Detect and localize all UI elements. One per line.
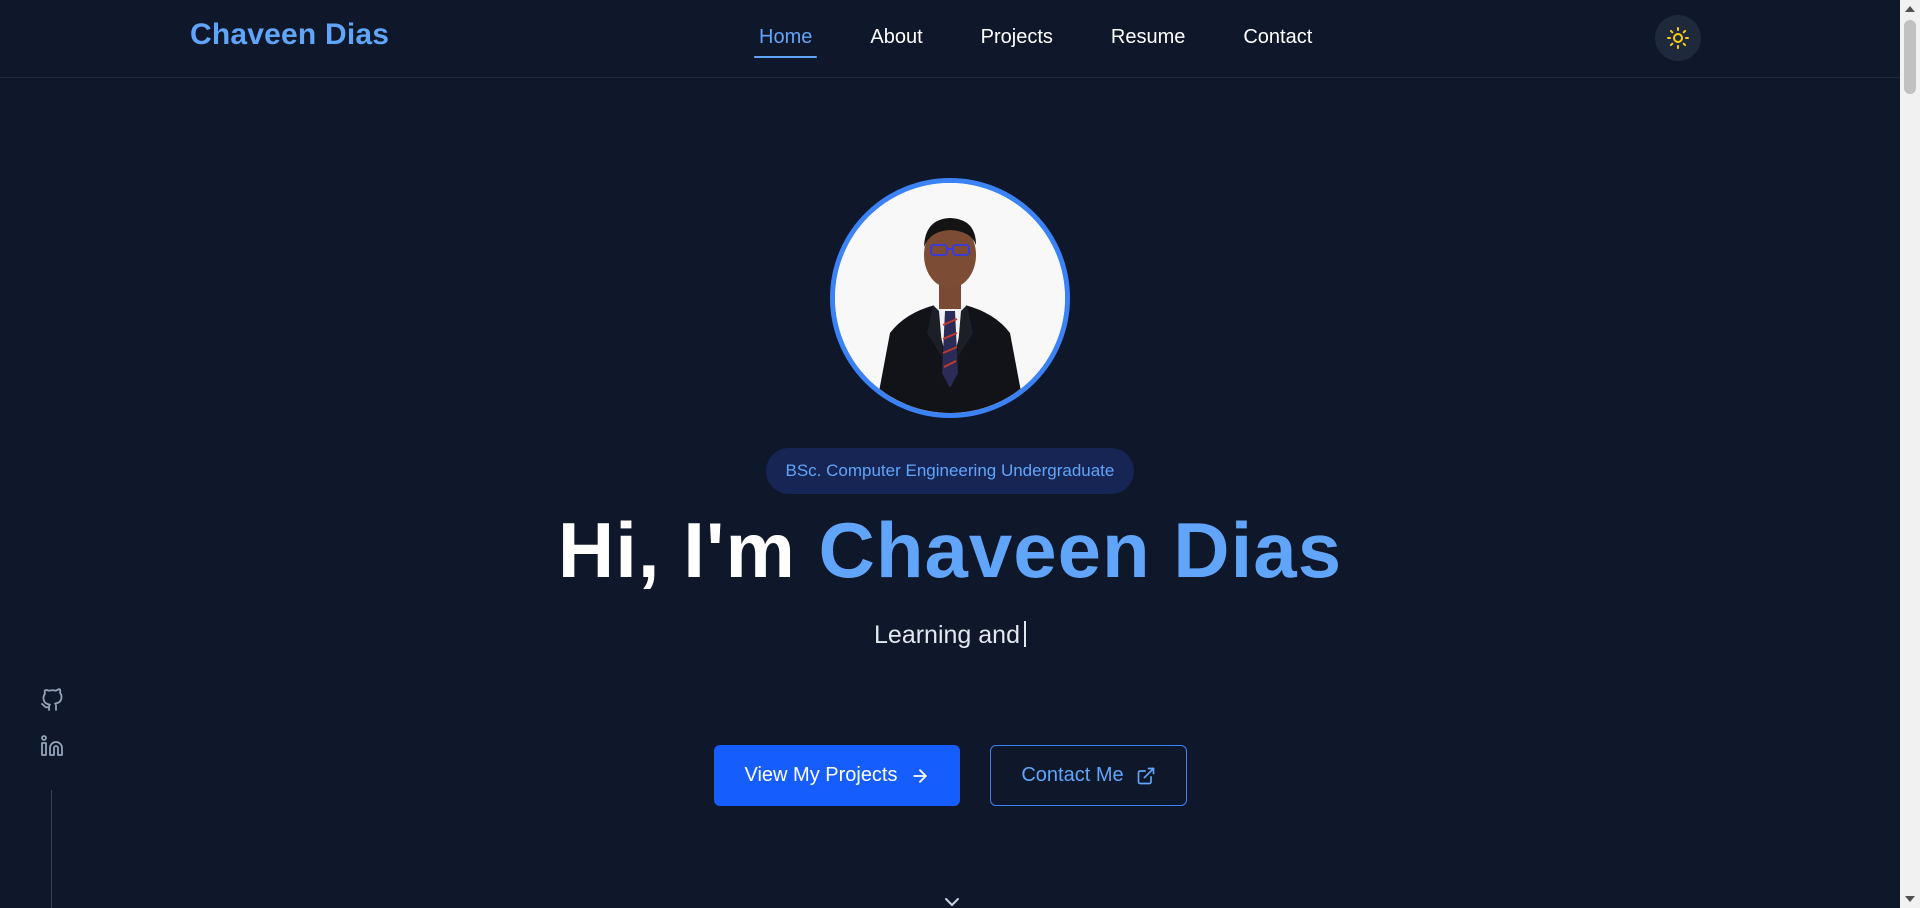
typing-caret — [1023, 621, 1026, 647]
social-divider-line — [51, 790, 52, 908]
greeting-text: Hi, I'm — [557, 506, 796, 594]
contact-me-label: Contact Me — [1021, 764, 1124, 786]
navbar: Chaveen Dias Home About Projects Resume … — [0, 0, 1900, 78]
github-link[interactable] — [40, 688, 64, 717]
typing-text: Learning and — [874, 621, 1020, 649]
scrollbar-thumb[interactable] — [1904, 20, 1916, 94]
scroll-down-arrow-icon[interactable] — [1905, 896, 1915, 902]
view-projects-button[interactable]: View My Projects — [714, 745, 960, 806]
hero-headline: Hi, I'm Chaveen Dias — [0, 505, 1900, 596]
nav-link-about[interactable]: About — [865, 24, 927, 58]
nav-link-contact[interactable]: Contact — [1238, 24, 1317, 58]
scroll-up-arrow-icon[interactable] — [1905, 6, 1915, 12]
linkedin-link[interactable] — [40, 734, 64, 763]
profile-photo — [835, 183, 1065, 413]
scroll-down-button[interactable] — [940, 890, 964, 908]
nav-link-home[interactable]: Home — [754, 24, 818, 58]
sun-icon — [1667, 27, 1689, 49]
typing-tagline: Learning and — [0, 621, 1900, 650]
external-link-icon — [1137, 767, 1154, 784]
hero-name: Chaveen Dias — [818, 506, 1343, 594]
chevron-down-icon — [945, 898, 959, 906]
arrow-right-icon — [912, 768, 927, 783]
linkedin-icon — [41, 735, 63, 756]
role-badge: BSc. Computer Engineering Undergraduate — [765, 448, 1135, 494]
theme-toggle-button[interactable] — [1655, 15, 1701, 61]
brand-logo[interactable]: Chaveen Dias — [190, 18, 389, 52]
profile-avatar — [830, 178, 1070, 418]
github-icon — [41, 688, 63, 711]
nav-link-projects[interactable]: Projects — [976, 24, 1058, 58]
contact-me-button[interactable]: Contact Me — [990, 745, 1187, 806]
nav-link-resume[interactable]: Resume — [1106, 24, 1190, 58]
page-scrollbar[interactable] — [1900, 0, 1920, 908]
hero-section: BSc. Computer Engineering Undergraduate … — [0, 78, 1900, 908]
view-projects-label: View My Projects — [744, 764, 898, 786]
nav-links: Home About Projects Resume Contact — [754, 24, 1365, 58]
page: Chaveen Dias Home About Projects Resume … — [0, 0, 1900, 908]
